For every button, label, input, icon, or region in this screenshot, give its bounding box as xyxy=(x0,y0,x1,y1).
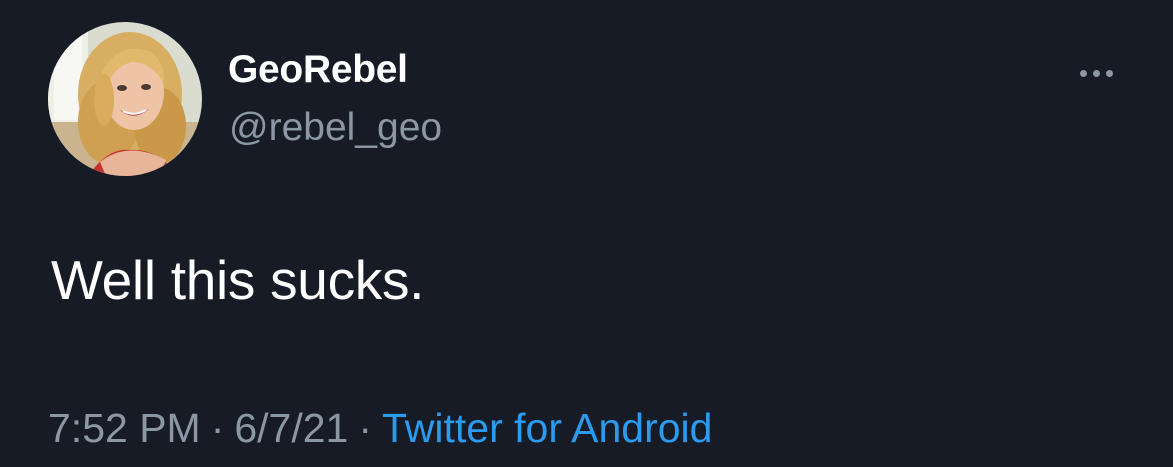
profile-photo-icon xyxy=(48,22,202,176)
more-horizontal-icon xyxy=(1079,69,1087,77)
tweet-time[interactable]: 7:52 PM xyxy=(48,405,201,451)
more-options-button[interactable] xyxy=(1070,60,1122,86)
tweet-text: Well this sucks. xyxy=(51,249,425,311)
tweet-card: GeoRebel @rebel_geo Well this sucks. 7:5… xyxy=(0,0,1173,467)
author-display-name[interactable]: GeoRebel xyxy=(228,50,408,89)
meta-separator: · xyxy=(358,405,373,451)
author-handle[interactable]: @rebel_geo xyxy=(229,108,442,147)
tweet-source-link[interactable]: Twitter for Android xyxy=(382,405,712,451)
more-horizontal-icon xyxy=(1092,69,1100,77)
tweet-date[interactable]: 6/7/21 xyxy=(234,405,348,451)
more-horizontal-icon xyxy=(1105,69,1113,77)
author-avatar[interactable] xyxy=(48,22,202,176)
tweet-meta: 7:52 PM · 6/7/21 · Twitter for Android xyxy=(48,408,712,449)
meta-separator: · xyxy=(210,405,225,451)
